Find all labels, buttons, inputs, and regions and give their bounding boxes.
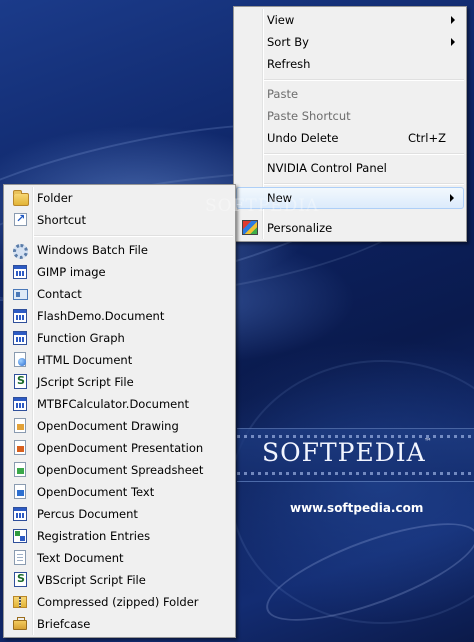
personalize-icon — [242, 220, 258, 235]
folder-icon — [13, 190, 29, 206]
wallpaper-brand-logo: SOFTPEDIA — [262, 438, 426, 467]
text-document-icon — [14, 550, 26, 565]
new-item-registration-entries[interactable]: Registration Entries — [6, 525, 233, 547]
submenu-arrow-icon — [450, 194, 454, 202]
new-item-mtbfcalculator-document[interactable]: MTBFCalculator.Document — [6, 393, 233, 415]
menu-item-label: GIMP image — [37, 265, 106, 279]
menu-item-label: OpenDocument Spreadsheet — [37, 463, 204, 477]
odf-drawing-icon — [14, 418, 26, 433]
new-item-opendocument-spreadsheet[interactable]: OpenDocument Spreadsheet — [6, 459, 233, 481]
contact-icon — [13, 289, 28, 300]
menu-item-refresh[interactable]: Refresh — [236, 53, 464, 75]
new-item-briefcase[interactable]: Briefcase — [6, 613, 233, 635]
odf-text-icon — [14, 484, 26, 499]
briefcase-icon — [13, 617, 27, 630]
menu-separator — [264, 153, 464, 155]
new-item-shortcut[interactable]: Shortcut — [6, 209, 233, 231]
app-document-icon — [13, 507, 27, 521]
menu-separator — [34, 235, 233, 237]
odf-presentation-icon — [14, 440, 26, 455]
menu-item-label: Briefcase — [37, 617, 91, 631]
new-item-flashdemo-document[interactable]: FlashDemo.Document — [6, 305, 233, 327]
menu-item-label: Shortcut — [37, 213, 86, 227]
menu-item-label: OpenDocument Drawing — [37, 419, 179, 433]
new-item-gimp-image[interactable]: GIMP image — [6, 261, 233, 283]
menu-item-personalize[interactable]: Personalize — [236, 217, 464, 239]
wallpaper-trademark: ™ — [424, 437, 432, 446]
shortcut-icon — [14, 212, 27, 226]
new-item-opendocument-presentation[interactable]: OpenDocument Presentation — [6, 437, 233, 459]
menu-item-label: Percus Document — [37, 507, 138, 521]
menu-item-label: Compressed (zipped) Folder — [37, 595, 199, 609]
new-submenu: Folder Shortcut Windows Batch File GIMP … — [3, 184, 236, 638]
new-item-opendocument-drawing[interactable]: OpenDocument Drawing — [6, 415, 233, 437]
menu-item-undo-delete[interactable]: Undo Delete Ctrl+Z — [236, 127, 464, 149]
menu-item-nvidia-control-panel[interactable]: NVIDIA Control Panel — [236, 157, 464, 179]
menu-item-paste[interactable]: Paste — [236, 83, 464, 105]
zip-folder-icon — [13, 596, 27, 608]
menu-item-label: FlashDemo.Document — [37, 309, 165, 323]
menu-item-label: Contact — [37, 287, 82, 301]
menu-item-shortcut: Ctrl+Z — [408, 131, 446, 145]
menu-item-label: OpenDocument Presentation — [37, 441, 204, 455]
new-item-compressed-zipped-folder[interactable]: Compressed (zipped) Folder — [6, 591, 233, 613]
menu-item-label: View — [267, 13, 295, 27]
menu-item-label: Sort By — [267, 35, 309, 49]
menu-item-label: Text Document — [37, 551, 124, 565]
script-file-icon — [14, 572, 27, 587]
menu-item-label: Folder — [37, 191, 73, 205]
new-item-text-document[interactable]: Text Document — [6, 547, 233, 569]
batch-file-icon — [13, 244, 28, 259]
new-item-function-graph[interactable]: Function Graph — [6, 327, 233, 349]
menu-item-label: Registration Entries — [37, 529, 151, 543]
menu-item-new[interactable]: New — [236, 187, 464, 209]
wallpaper-site-url: www.softpedia.com — [290, 501, 424, 515]
menu-item-label: OpenDocument Text — [37, 485, 155, 499]
menu-item-label: Refresh — [267, 57, 311, 71]
menu-item-label: Personalize — [267, 221, 333, 235]
new-item-windows-batch-file[interactable]: Windows Batch File — [6, 239, 233, 261]
app-document-icon — [13, 309, 27, 323]
menu-separator — [264, 79, 464, 81]
submenu-arrow-icon — [451, 38, 455, 46]
app-document-icon — [13, 397, 27, 411]
menu-item-sort-by[interactable]: Sort By — [236, 31, 464, 53]
submenu-arrow-icon — [451, 16, 455, 24]
menu-item-view[interactable]: View — [236, 9, 464, 31]
desktop-context-menu: View Sort By Refresh Paste Paste Shortcu… — [233, 6, 467, 242]
menu-item-label: HTML Document — [37, 353, 133, 367]
menu-item-label: MTBFCalculator.Document — [37, 397, 190, 411]
new-item-vbscript-script-file[interactable]: VBScript Script File — [6, 569, 233, 591]
new-item-percus-document[interactable]: Percus Document — [6, 503, 233, 525]
new-item-html-document[interactable]: HTML Document — [6, 349, 233, 371]
html-document-icon — [14, 352, 26, 367]
new-item-jscript-script-file[interactable]: JScript Script File — [6, 371, 233, 393]
menu-item-label: JScript Script File — [37, 375, 134, 389]
menu-item-label: NVIDIA Control Panel — [267, 161, 387, 175]
menu-item-label: New — [267, 191, 293, 205]
menu-item-label: Windows Batch File — [37, 243, 148, 257]
menu-item-label: VBScript Script File — [37, 573, 146, 587]
menu-item-label: Function Graph — [37, 331, 125, 345]
new-item-contact[interactable]: Contact — [6, 283, 233, 305]
app-document-icon — [13, 331, 27, 345]
menu-item-label: Paste Shortcut — [267, 109, 351, 123]
script-file-icon — [14, 374, 27, 389]
banner-dots — [237, 472, 474, 475]
menu-separator — [264, 183, 464, 185]
new-item-opendocument-text[interactable]: OpenDocument Text — [6, 481, 233, 503]
menu-item-label: Undo Delete — [267, 131, 339, 145]
menu-item-paste-shortcut[interactable]: Paste Shortcut — [236, 105, 464, 127]
menu-item-label: Paste — [267, 87, 299, 101]
odf-spreadsheet-icon — [14, 462, 26, 477]
gimp-icon — [13, 265, 27, 279]
new-item-folder[interactable]: Folder — [6, 187, 233, 209]
registry-icon — [13, 529, 27, 543]
